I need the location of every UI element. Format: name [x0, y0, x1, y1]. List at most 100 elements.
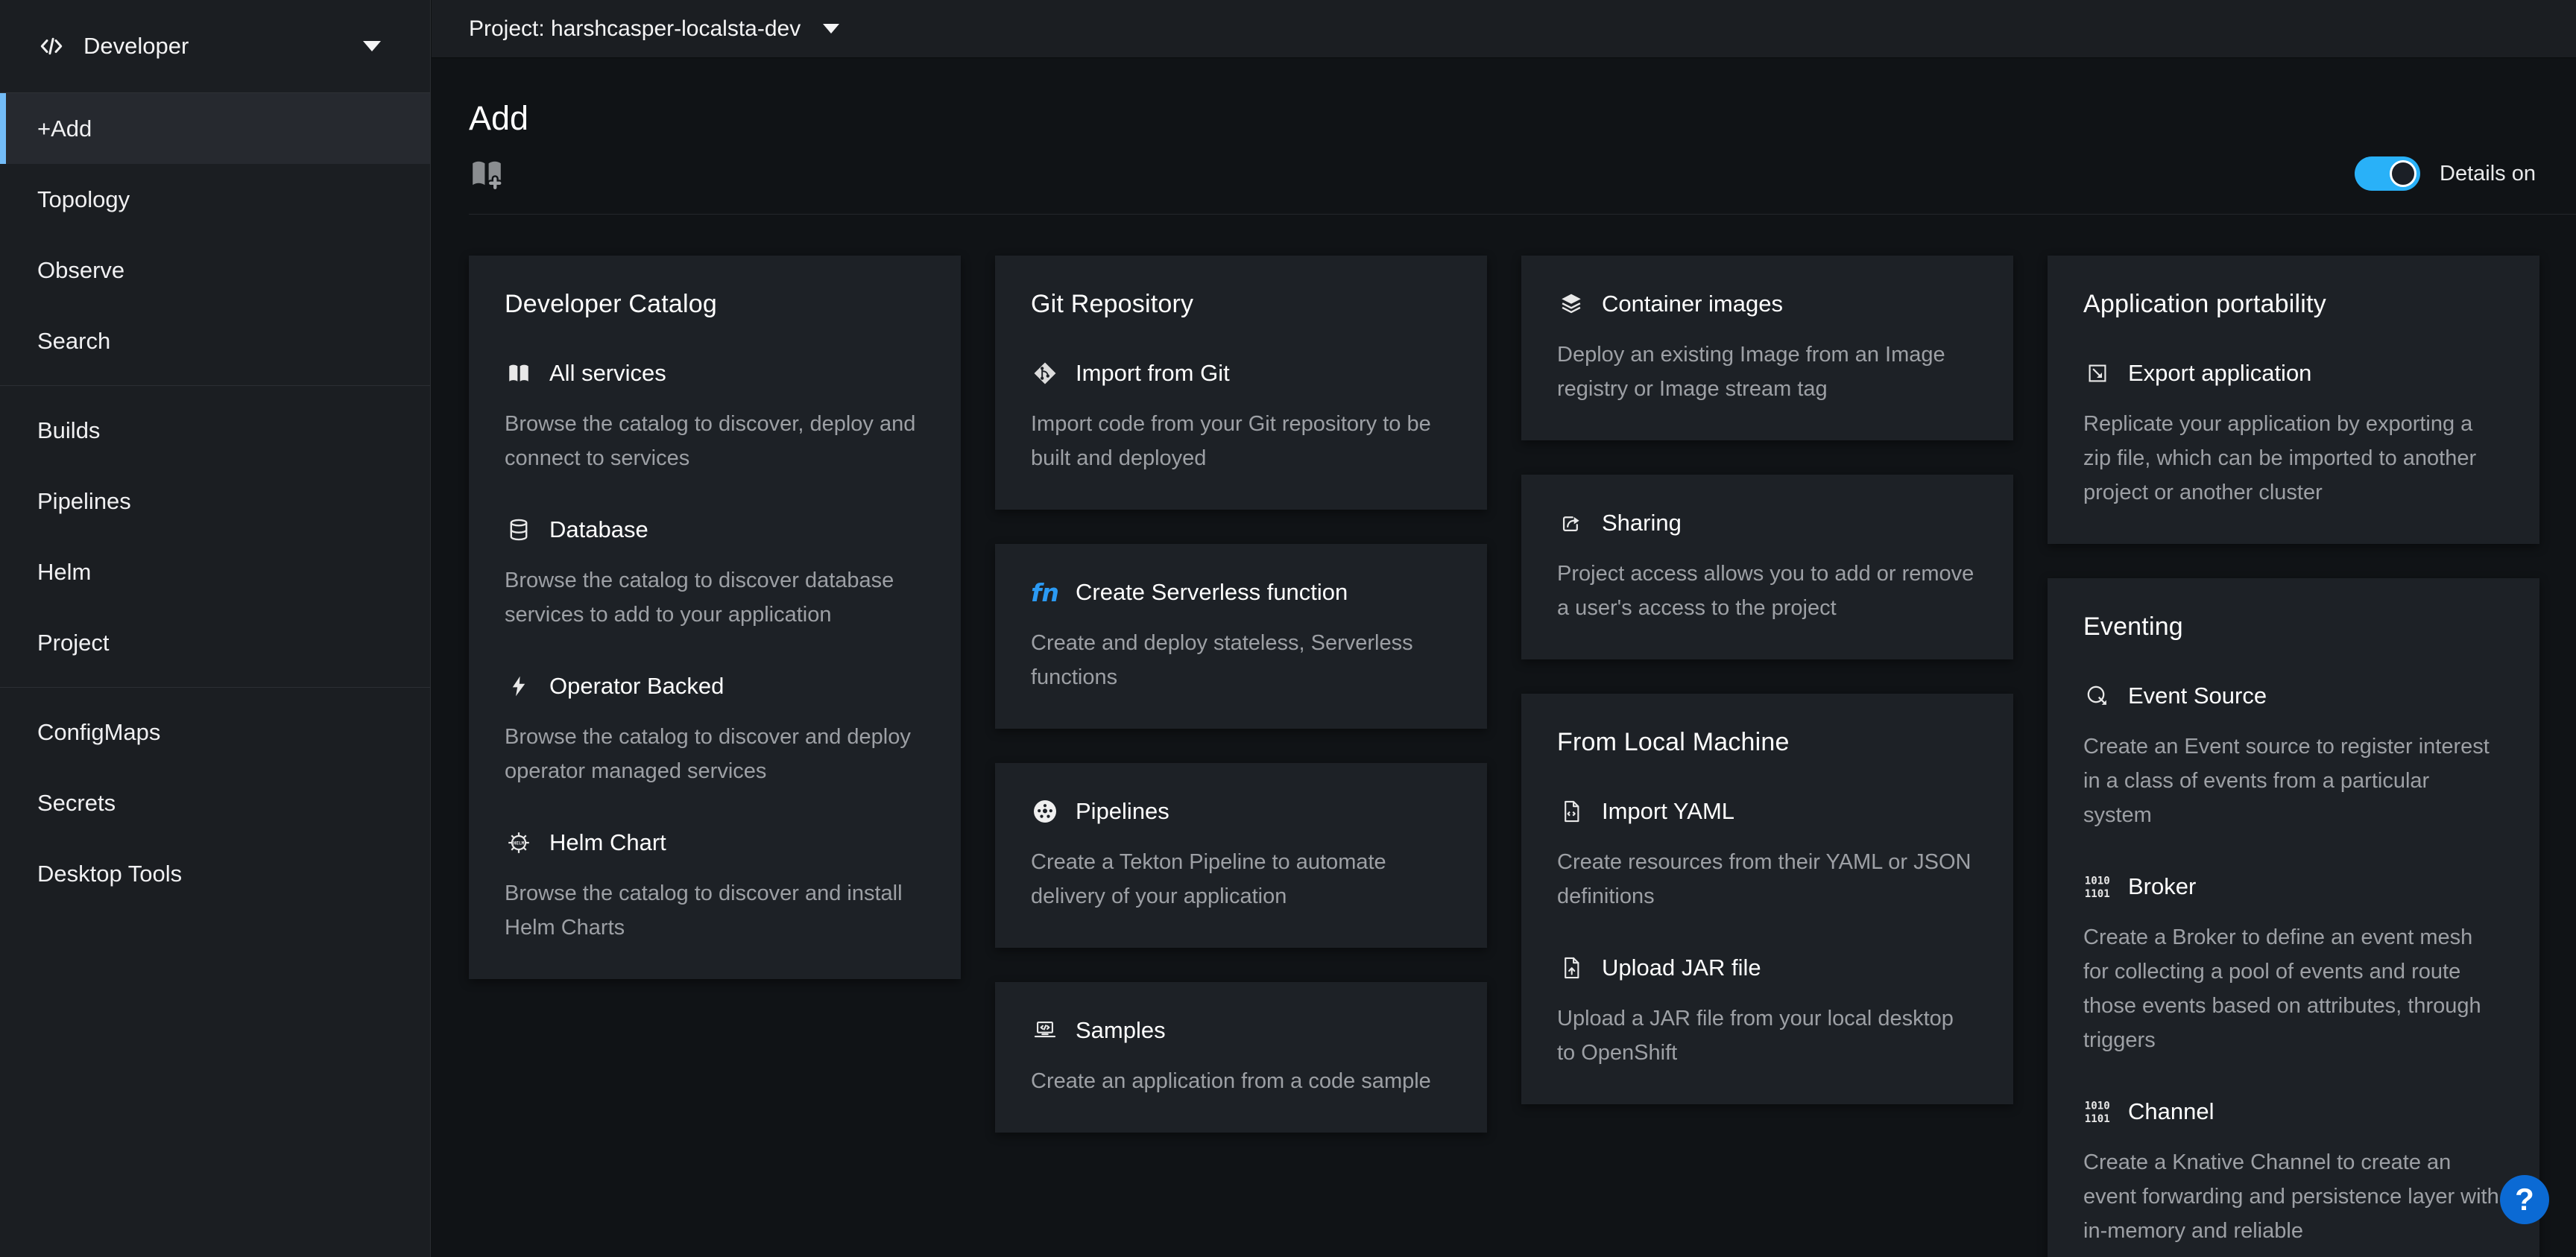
action-upload-jar-file[interactable]: Upload JAR file Upload a JAR file from y… — [1557, 954, 1977, 1070]
sidebar-divider — [0, 687, 430, 688]
svg-text:HELM: HELM — [514, 840, 525, 846]
sidebar-nav: +Add Topology Observe Search Builds Pipe… — [0, 93, 430, 909]
page-header-row: Details on — [469, 156, 2576, 191]
action-label: Operator Backed — [549, 673, 724, 700]
action-broker[interactable]: 1010 1101 Broker Create a Broker to defi… — [2083, 873, 2504, 1057]
action-operator-backed[interactable]: Operator Backed Browse the catalog to di… — [505, 672, 925, 788]
action-samples[interactable]: Samples Create an application from a cod… — [1031, 1016, 1451, 1098]
action-label: Database — [549, 516, 648, 543]
sidebar-item-pipelines[interactable]: Pipelines — [0, 466, 430, 536]
card-serverless-function: fn Create Serverless function Create and… — [995, 544, 1487, 729]
action-sharing[interactable]: Sharing Project access allows you to add… — [1557, 509, 1977, 625]
sidebar-item-topology[interactable]: Topology — [0, 164, 430, 235]
svg-text:1101: 1101 — [2085, 888, 2110, 900]
samples-icon — [1031, 1016, 1059, 1045]
add-page: Add Details on Developer Catalog — [432, 59, 2576, 1257]
action-label: Pipelines — [1076, 798, 1169, 825]
chevron-down-icon — [363, 41, 381, 51]
toggle-knob-icon — [2390, 160, 2416, 187]
sidebar-item-observe[interactable]: Observe — [0, 235, 430, 305]
action-pipelines[interactable]: Pipelines Create a Tekton Pipeline to au… — [1031, 797, 1451, 914]
page-title: Add — [469, 99, 2576, 138]
svg-text:1010: 1010 — [2085, 875, 2110, 887]
question-mark-icon: ? — [2515, 1182, 2534, 1218]
card-application-portability: Application portability Export applicati… — [2048, 256, 2539, 544]
sidebar-item-secrets[interactable]: Secrets — [0, 767, 430, 838]
action-all-services[interactable]: All services Browse the catalog to disco… — [505, 359, 925, 475]
action-description: Replicate your application by exporting … — [2083, 407, 2504, 510]
action-description: Create and deploy stateless, Serverless … — [1031, 626, 1451, 694]
action-description: Import code from your Git repository to … — [1031, 407, 1451, 475]
sidebar-item-search[interactable]: Search — [0, 305, 430, 376]
svg-text:1010: 1010 — [2085, 1100, 2110, 1112]
sidebar-item-builds[interactable]: Builds — [0, 395, 430, 466]
action-description: Project access allows you to add or remo… — [1557, 557, 1977, 625]
topbar: Project: harshcasper-localsta-dev — [432, 0, 2576, 58]
sidebar: Developer +Add Topology Observe Search B… — [0, 0, 431, 1257]
event-source-icon — [2083, 682, 2112, 710]
sidebar-item-desktop-tools[interactable]: Desktop Tools — [0, 838, 430, 909]
catalog-plus-icon[interactable] — [469, 156, 505, 191]
column-2: Git Repository — [995, 256, 1487, 1133]
help-button[interactable]: ? — [2500, 1175, 2549, 1224]
action-description: Deploy an existing Image from an Image r… — [1557, 338, 1977, 406]
action-event-source[interactable]: Event Source Create an Event source to r… — [2083, 682, 2504, 832]
action-channel[interactable]: 1010 1101 Channel Create a Knative Chann… — [2083, 1098, 2504, 1248]
action-description: Browse the catalog to discover and deplo… — [505, 720, 925, 788]
action-description: Create a Broker to define an event mesh … — [2083, 920, 2504, 1057]
action-label: Import YAML — [1602, 798, 1734, 825]
action-import-from-git[interactable]: Import from Git Import code from your Gi… — [1031, 359, 1451, 475]
project-selector[interactable]: Project: harshcasper-localsta-dev — [469, 16, 839, 42]
action-label: Import from Git — [1076, 360, 1230, 387]
action-label: Export application — [2128, 360, 2311, 387]
git-icon — [1031, 359, 1059, 387]
action-label: Broker — [2128, 873, 2196, 900]
action-label: Helm Chart — [549, 829, 666, 856]
action-create-serverless-function[interactable]: fn Create Serverless function Create and… — [1031, 578, 1451, 694]
details-toggle-switch[interactable] — [2355, 156, 2420, 191]
sidebar-item-helm[interactable]: Helm — [0, 536, 430, 607]
card-git-repository: Git Repository — [995, 256, 1487, 510]
share-icon — [1557, 509, 1585, 537]
card-title: Git Repository — [1031, 290, 1451, 319]
action-label: All services — [549, 360, 666, 387]
sidebar-item-configmaps[interactable]: ConfigMaps — [0, 697, 430, 767]
card-pipelines: Pipelines Create a Tekton Pipeline to au… — [995, 763, 1487, 948]
action-description: Create an Event source to register inter… — [2083, 729, 2504, 832]
upload-file-icon — [1557, 954, 1585, 982]
action-description: Create resources from their YAML or JSON… — [1557, 845, 1977, 914]
action-description: Browse the catalog to discover and insta… — [505, 876, 925, 945]
details-toggle-label: Details on — [2440, 162, 2536, 186]
action-label: Sharing — [1602, 510, 1682, 536]
action-import-yaml[interactable]: Import YAML Create resources from their … — [1557, 797, 1977, 914]
function-icon: fn — [1031, 578, 1059, 607]
action-helm-chart[interactable]: HELM Helm Chart Browse the catalog to di… — [505, 829, 925, 945]
action-label: Event Source — [2128, 683, 2267, 709]
sidebar-item-project[interactable]: Project — [0, 607, 430, 678]
card-developer-catalog: Developer Catalog All services Browse th… — [469, 256, 961, 979]
sidebar-item-add[interactable]: +Add — [0, 93, 430, 164]
action-label: Samples — [1076, 1017, 1166, 1044]
action-database[interactable]: Database Browse the catalog to discover … — [505, 516, 925, 632]
code-icon — [37, 32, 66, 60]
layers-icon — [1557, 290, 1585, 318]
card-title: Application portability — [2083, 290, 2504, 319]
action-description: Create an application from a code sample — [1031, 1064, 1451, 1098]
card-container-images: Container images Deploy an existing Imag… — [1521, 256, 2013, 440]
action-container-images[interactable]: Container images Deploy an existing Imag… — [1557, 290, 1977, 406]
action-export-application[interactable]: Export application Replicate your applic… — [2083, 359, 2504, 510]
column-3: Container images Deploy an existing Imag… — [1521, 256, 2013, 1104]
card-title: From Local Machine — [1557, 728, 1977, 757]
sidebar-divider — [0, 385, 430, 386]
perspective-switcher[interactable]: Developer — [0, 0, 430, 93]
card-eventing: Eventing Event Source Create an Event so… — [2048, 578, 2539, 1257]
action-label: Upload JAR file — [1602, 954, 1761, 981]
action-description: Browse the catalog to discover database … — [505, 563, 925, 632]
yaml-file-icon — [1557, 797, 1585, 826]
pipelines-icon — [1031, 797, 1059, 826]
action-label: Channel — [2128, 1098, 2214, 1125]
chevron-down-icon — [823, 24, 839, 34]
action-description: Upload a JAR file from your local deskto… — [1557, 1001, 1977, 1070]
details-toggle-group: Details on — [2355, 156, 2536, 191]
export-icon — [2083, 359, 2112, 387]
